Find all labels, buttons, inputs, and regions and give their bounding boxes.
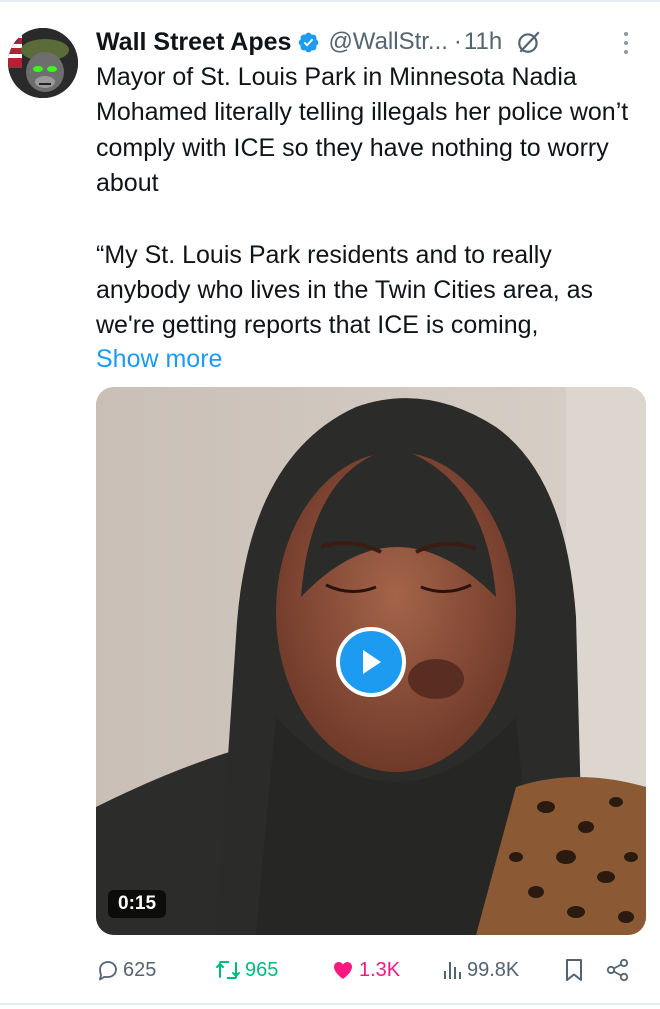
repost-button[interactable]: 965	[214, 952, 278, 988]
separator-dot: ·	[453, 28, 462, 55]
views-button[interactable]: 99.8K	[440, 952, 519, 988]
views-icon	[444, 962, 461, 979]
bottom-divider	[0, 1003, 660, 1005]
author-avatar[interactable]	[8, 28, 78, 98]
top-divider	[0, 0, 660, 2]
bookmark-icon	[566, 959, 582, 981]
more-options-icon[interactable]	[616, 30, 636, 56]
repost-icon	[216, 961, 240, 979]
like-button[interactable]: 1.3K	[330, 952, 400, 988]
video-media[interactable]: 0:15	[96, 387, 646, 935]
tweet-text-paragraph-1: Mayor of St. Louis Park in Minnesota Nad…	[96, 63, 629, 198]
play-icon	[363, 650, 381, 674]
author-name[interactable]: Wall Street Apes	[96, 28, 291, 57]
like-icon	[334, 962, 352, 979]
avatar-image	[8, 28, 78, 98]
share-icon	[606, 958, 629, 982]
timestamp[interactable]: 11h	[464, 28, 502, 56]
like-count: 1.3K	[359, 958, 401, 981]
show-more-link[interactable]: Show more	[96, 342, 222, 377]
reply-count: 625	[123, 958, 157, 981]
reply-icon	[99, 961, 117, 981]
action-bar: 625 965 1.3K 99.8K	[96, 952, 646, 988]
verified-badge-icon	[299, 32, 319, 52]
view-count: 99.8K	[467, 958, 520, 981]
bookmark-button[interactable]	[562, 952, 589, 988]
share-button[interactable]	[605, 952, 634, 988]
video-duration: 0:15	[108, 890, 167, 918]
reply-button[interactable]: 625	[96, 952, 156, 988]
repost-count: 965	[245, 958, 279, 981]
grok-icon[interactable]	[516, 29, 542, 55]
tweet-text: Mayor of St. Louis Park in Minnesota Nad…	[96, 60, 641, 344]
tweet-text-paragraph-2: “My St. Louis Park residents and to real…	[96, 240, 594, 340]
play-button[interactable]	[336, 627, 406, 697]
author-handle[interactable]: @WallStr...	[328, 28, 447, 56]
tweet-header: Wall Street Apes @WallStr... · 11h	[96, 22, 640, 62]
